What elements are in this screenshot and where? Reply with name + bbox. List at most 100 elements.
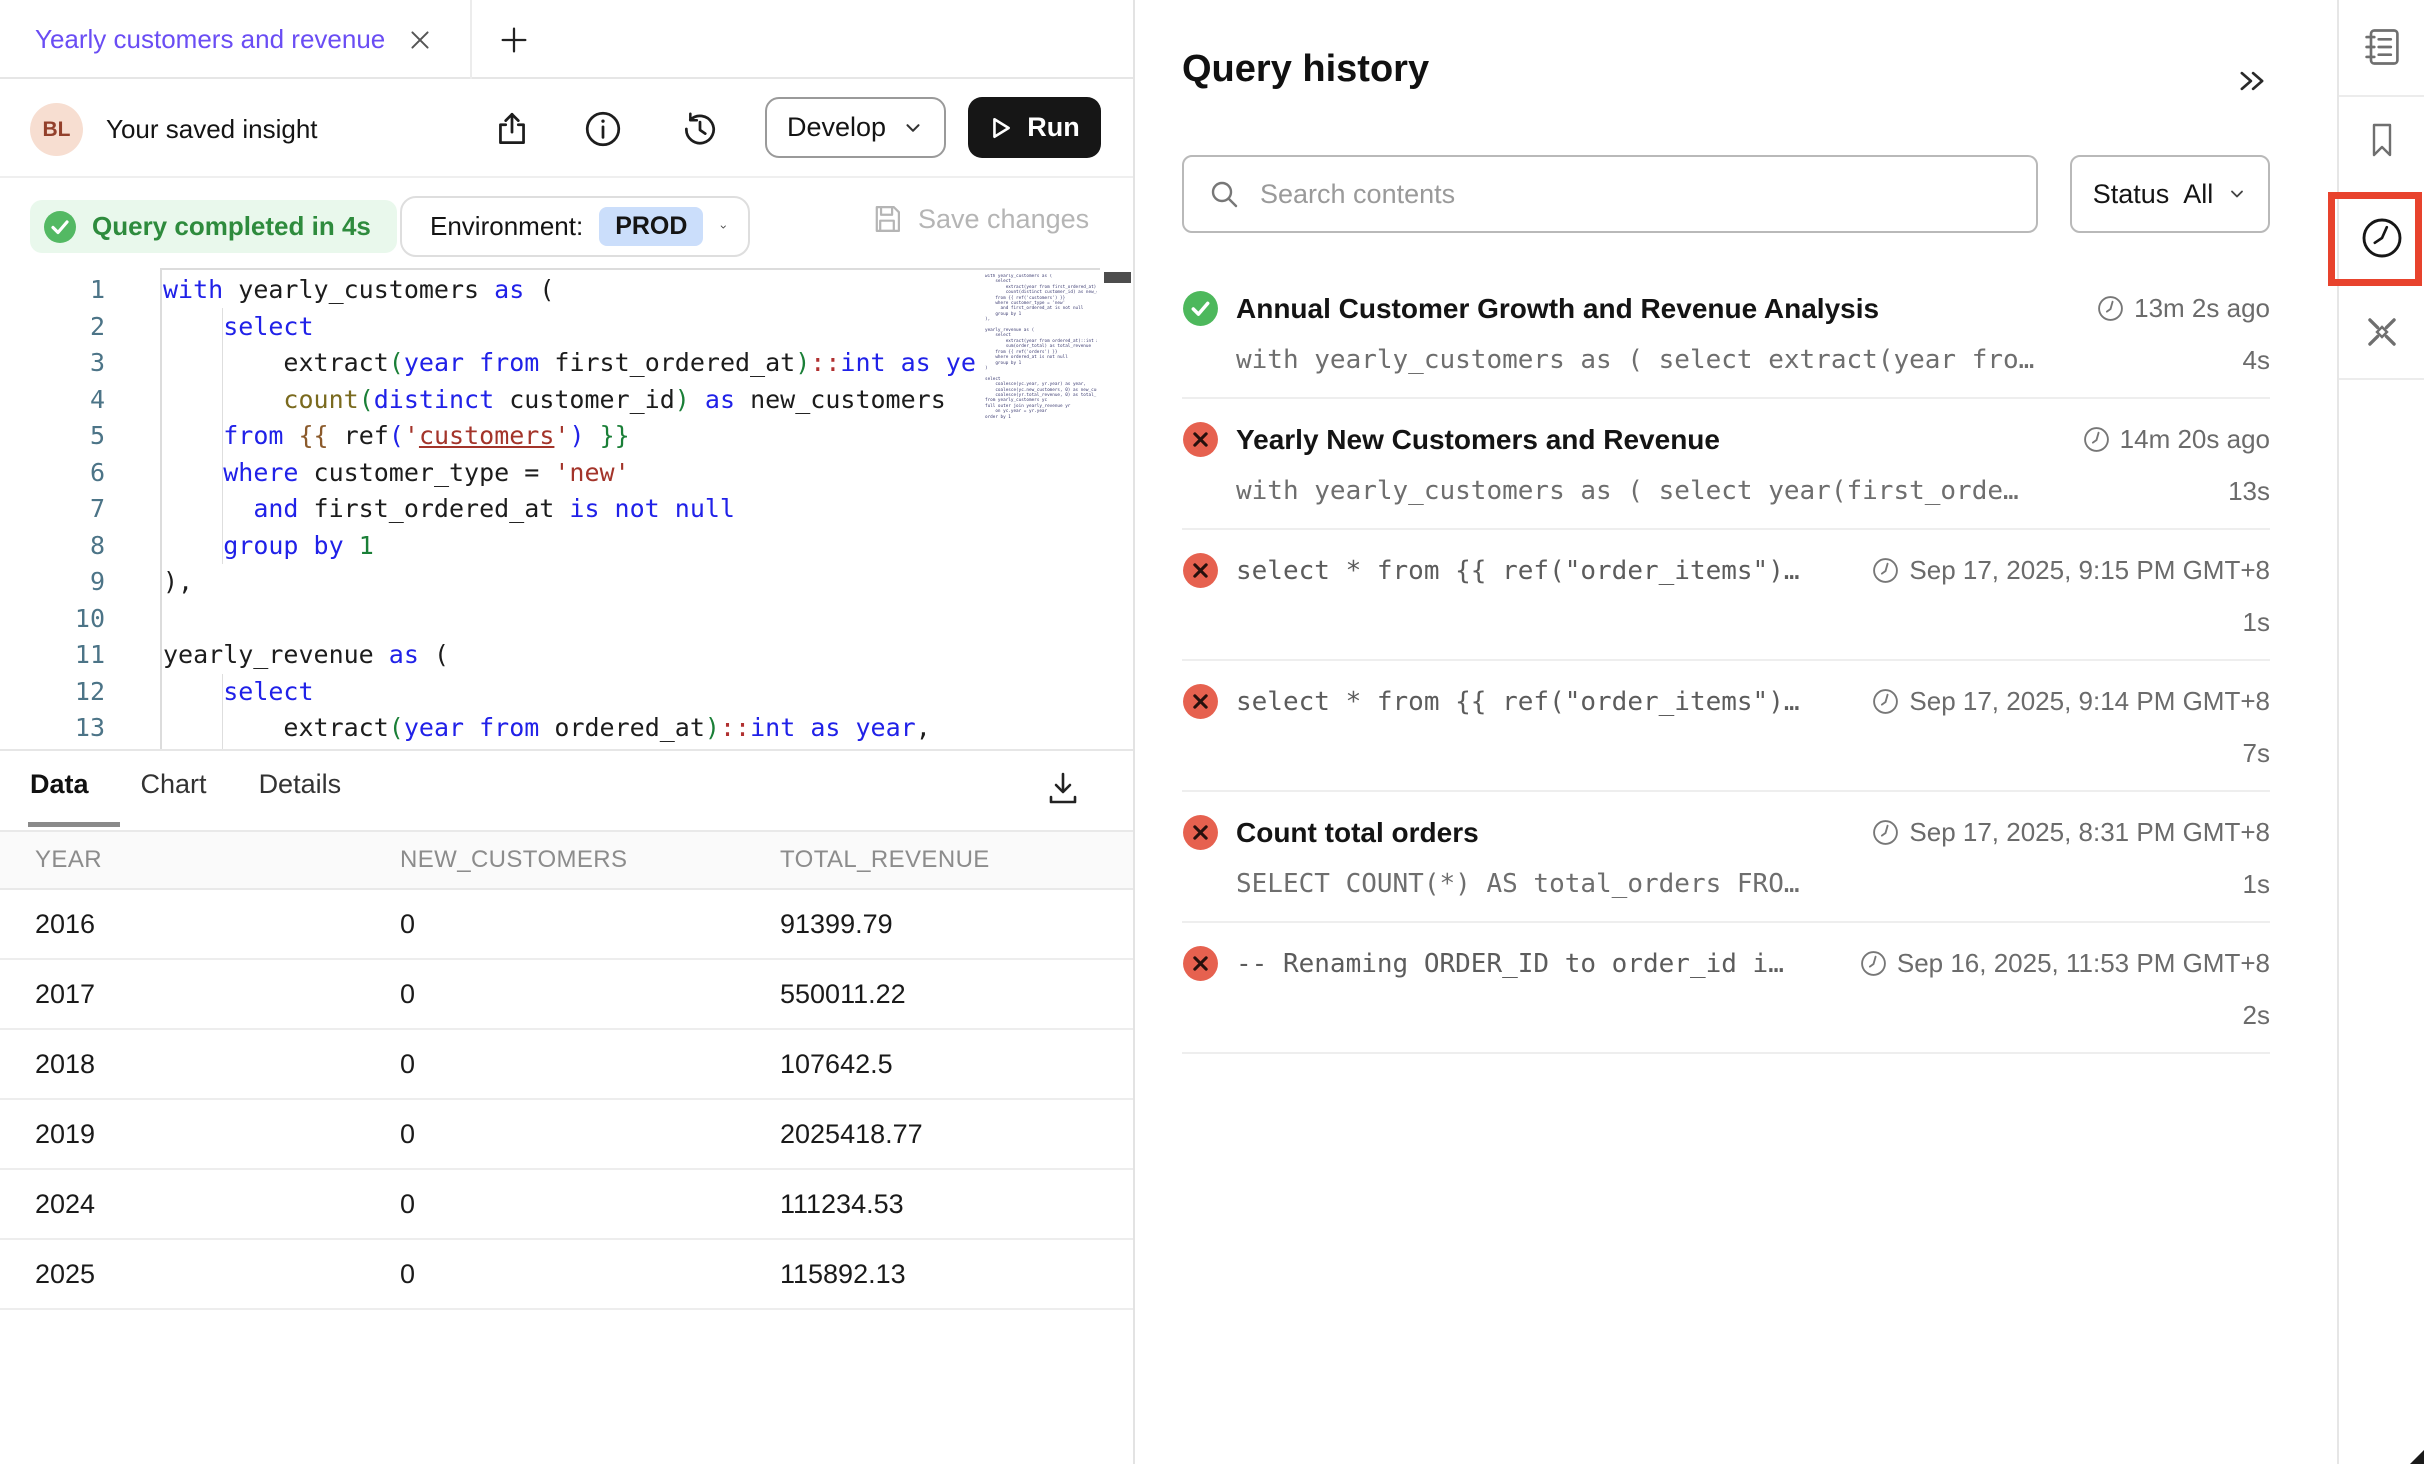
dbt-icon — [2360, 310, 2404, 354]
chevron-down-icon — [902, 117, 924, 139]
new-tab-button[interactable] — [492, 18, 536, 62]
history-item-time: 14m 20s ago — [2083, 424, 2270, 455]
history-item-duration: 4s — [2243, 345, 2270, 376]
history-item[interactable]: Yearly New Customers and Revenue 14m 20s … — [1182, 399, 2270, 530]
editor-scrollbar[interactable] — [1104, 272, 1131, 283]
status-filter-dropdown[interactable]: Status All — [2070, 155, 2270, 233]
history-item[interactable]: Annual Customer Growth and Revenue Analy… — [1182, 268, 2270, 399]
code-line: 2 select — [0, 309, 975, 346]
clock-icon — [1872, 688, 1899, 715]
query-status-pill: Query completed in 4s — [30, 200, 397, 253]
plus-icon — [497, 23, 531, 57]
history-item-title: Count total orders — [1236, 817, 1852, 849]
history-item-title: Annual Customer Growth and Revenue Analy… — [1236, 293, 2077, 325]
tab-details[interactable]: Details — [259, 769, 342, 800]
info-button[interactable] — [580, 106, 626, 152]
line-number: 4 — [0, 382, 105, 419]
query-status-text: Query completed in 4s — [92, 211, 371, 242]
run-button[interactable]: Run — [968, 97, 1101, 158]
results-tabs: Data Chart Details — [30, 769, 341, 800]
tab-data[interactable]: Data — [30, 769, 89, 800]
table-cell: 2025418.77 — [780, 1119, 1133, 1150]
bookmark-button[interactable] — [2357, 115, 2407, 165]
environment-dropdown[interactable]: Environment: PROD — [400, 196, 750, 257]
close-icon[interactable] — [407, 27, 433, 53]
line-number: 12 — [0, 674, 105, 711]
version-history-icon — [679, 108, 721, 150]
line-number: 5 — [0, 418, 105, 455]
history-item[interactable]: select * from {{ ref("order_items")…Sep … — [1182, 530, 2270, 661]
error-cross-icon — [1182, 421, 1219, 458]
chevron-down-icon — [719, 217, 728, 237]
history-item-sql-preview: with yearly_customers as ( select year(f… — [1236, 476, 2019, 506]
history-item[interactable]: select * from {{ ref("order_items")…Sep … — [1182, 661, 2270, 792]
search-input-wrapper[interactable] — [1182, 155, 2038, 233]
table-cell: 2019 — [0, 1119, 400, 1150]
avatar: BL — [30, 103, 83, 156]
sidebar-divider — [2339, 95, 2424, 97]
table-row: 20180107642.5 — [0, 1030, 1133, 1100]
line-number: 8 — [0, 528, 105, 565]
line-number: 1 — [0, 272, 105, 309]
history-item-time: Sep 17, 2025, 9:14 PM GMT+8 — [1872, 686, 2270, 717]
history-item-duration: 7s — [2243, 738, 2270, 769]
table-row: 201902025418.77 — [0, 1100, 1133, 1170]
table-cell: 550011.22 — [780, 979, 1133, 1010]
line-number: 9 — [0, 564, 105, 601]
table-cell: 0 — [400, 1119, 780, 1150]
code-line: 7 and first_ordered_at is not null — [0, 491, 975, 528]
code-editor[interactable]: 1with yearly_customers as (2 select3 ext… — [0, 268, 1133, 749]
clock-icon — [2083, 426, 2110, 453]
history-item-sql-preview: with yearly_customers as ( select extrac… — [1236, 345, 2034, 375]
check-circle-icon — [42, 209, 78, 245]
error-cross-icon — [1182, 945, 1219, 982]
table-cell: 0 — [400, 1189, 780, 1220]
table-row: 20250115892.13 — [0, 1240, 1133, 1310]
tab-bar: Yearly customers and revenue — [0, 0, 1133, 79]
table-row: 20170550011.22 — [0, 960, 1133, 1030]
search-input[interactable] — [1260, 179, 2016, 210]
code-line: 13 extract(year from ordered_at)::int as… — [0, 710, 975, 747]
code-line: 11yearly_revenue as ( — [0, 637, 975, 674]
toolbar-subtitle: Your saved insight — [106, 114, 318, 145]
annotation-highlight — [2328, 192, 2422, 286]
history-item[interactable]: Count total ordersSep 17, 2025, 8:31 PM … — [1182, 792, 2270, 923]
download-button[interactable] — [1040, 765, 1086, 811]
share-icon — [491, 108, 533, 150]
table-cell: 2024 — [0, 1189, 400, 1220]
search-icon — [1208, 178, 1240, 210]
dbt-button[interactable] — [2357, 307, 2407, 357]
clock-icon — [1860, 950, 1887, 977]
share-button[interactable] — [489, 106, 535, 152]
table-cell: 91399.79 — [780, 909, 1133, 940]
editor-panel: Yearly customers and revenue BL Your sav… — [0, 0, 1133, 1464]
tab-chart[interactable]: Chart — [141, 769, 207, 800]
line-number: 2 — [0, 309, 105, 346]
environment-value-badge: PROD — [599, 207, 703, 246]
develop-label: Develop — [787, 112, 886, 143]
history-item-title: Yearly New Customers and Revenue — [1236, 424, 2063, 456]
header-cell-total-revenue: TOTAL_REVENUE — [780, 846, 1133, 874]
tab-separator — [470, 0, 472, 79]
error-cross-icon — [1182, 814, 1219, 851]
query-history-panel: Query history Status All Annual Customer… — [1135, 0, 2337, 1464]
code-line: 6 where customer_type = 'new' — [0, 455, 975, 492]
download-icon — [1043, 768, 1083, 808]
chevron-down-icon — [2227, 184, 2247, 204]
collapse-panel-button[interactable] — [2229, 58, 2275, 104]
table-header: YEAR NEW_CUSTOMERS TOTAL_REVENUE — [0, 830, 1133, 890]
notebook-button[interactable] — [2357, 22, 2407, 72]
minimap[interactable]: with yearly_customers as ( select extrac… — [985, 274, 1097, 744]
run-label: Run — [1027, 112, 1079, 143]
history-item[interactable]: -- Renaming ORDER_ID to order_id i…Sep 1… — [1182, 923, 2270, 1054]
status-bar: Query completed in 4s Environment: PROD … — [0, 180, 1133, 268]
app-window: { "colors":{ "accent":"#6a4df4","success… — [0, 0, 2424, 1464]
develop-dropdown[interactable]: Develop — [765, 97, 946, 158]
tab-yearly-customers-and-revenue[interactable]: Yearly customers and revenue — [35, 0, 433, 79]
error-cross-icon — [1182, 552, 1219, 589]
version-history-button[interactable] — [677, 106, 723, 152]
clock-icon — [1872, 557, 1899, 584]
save-icon — [870, 202, 904, 236]
save-changes-button[interactable]: Save changes — [870, 202, 1089, 236]
history-item-time: 13m 2s ago — [2097, 293, 2270, 324]
